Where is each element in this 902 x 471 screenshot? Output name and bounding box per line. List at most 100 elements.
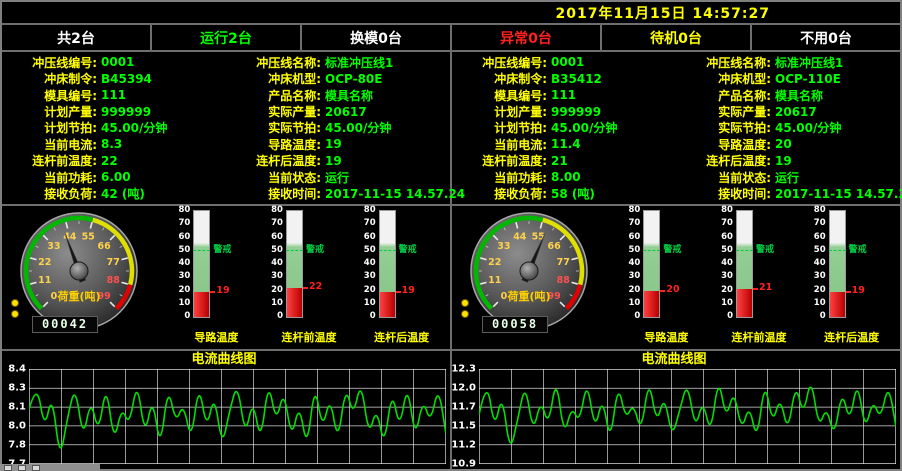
scale-tick: 80 [364, 205, 376, 215]
svg-text:22: 22 [488, 257, 501, 268]
status-bar: 共2台运行2台换模0台异常0台待机0台不用0台 [2, 23, 900, 52]
temperature-marker [753, 288, 758, 290]
temperature-value: 21 [759, 283, 772, 293]
y-tick: 7.8 [8, 440, 26, 451]
info-row: 产品名称:模具名称 [226, 88, 450, 103]
svg-text:11: 11 [38, 275, 51, 286]
info-label: 冲床机型: [226, 70, 321, 87]
info-value: 标准冲压线1 [321, 54, 393, 71]
info-label: 冲压线名称: [676, 54, 771, 71]
svg-text:88: 88 [557, 275, 571, 286]
info-row: 冲压线名称:标准冲压线1 [226, 55, 450, 70]
tube [193, 210, 210, 318]
scale-tick: 80 [814, 205, 826, 215]
info-value: 11.4 [547, 137, 581, 151]
info-row: 冲床机型:OCP-110E [676, 71, 900, 86]
info-value: 999999 [547, 105, 601, 119]
thermometer-body: 80706050403020100警戒19 [173, 207, 259, 327]
thermometer-scale: 80706050403020100 [173, 207, 192, 323]
thermometer-label: 导路温度 [623, 329, 709, 345]
info-label: 计划节拍: [452, 119, 547, 136]
info-row: 导路温度:19 [226, 137, 450, 152]
info-row: 冲压线编号:0001 [2, 55, 226, 70]
info-row: 实际节拍:45.00/分钟 [676, 120, 900, 135]
scale-tick: 0 [184, 311, 190, 321]
status-mold-change[interactable]: 换模0台 [302, 25, 452, 50]
info-row: 接收时间:2017-11-15 14.57.24 [676, 186, 900, 201]
warning-label: 警戒 [849, 245, 867, 255]
info-row: 实际产量:20617 [676, 104, 900, 119]
scale-tick: 30 [271, 271, 283, 281]
info-value: 45.00/分钟 [547, 119, 617, 136]
status-unused[interactable]: 不用0台 [752, 25, 900, 50]
y-tick: 10.9 [451, 459, 476, 470]
info-label: 当前电流: [452, 136, 547, 153]
info-row: 计划节拍:45.00/分钟 [2, 120, 226, 135]
scale-tick: 0 [277, 311, 283, 321]
temperature-value: 22 [309, 282, 322, 292]
chart-area: 8.48.38.18.07.87.7 [2, 369, 446, 464]
status-running[interactable]: 运行2台 [152, 25, 302, 50]
svg-text:33: 33 [497, 241, 510, 252]
status-abnormal[interactable]: 异常0台 [452, 25, 602, 50]
temperature-value: 19 [402, 286, 415, 296]
temperature-marker [210, 291, 215, 293]
warning-line [193, 250, 210, 251]
info-row: 当前功耗:6.00 [2, 170, 226, 185]
scale-tick: 10 [628, 298, 640, 308]
chart-title: 电流曲线图 [2, 351, 446, 369]
warning-line [736, 250, 753, 251]
info-column-left: 冲压线编号:0001冲床制令:B45394模具编号:111计划产量:999999… [2, 54, 226, 202]
tube [286, 210, 303, 318]
info-label: 冲床制令: [2, 70, 97, 87]
info-row: 实际产量:20617 [226, 104, 450, 119]
info-label: 当前功耗: [452, 169, 547, 186]
thermometer-label: 连杆前温度 [716, 329, 802, 345]
y-tick: 11.2 [451, 440, 476, 451]
scale-tick: 10 [364, 298, 376, 308]
info-row: 实际节拍:45.00/分钟 [226, 120, 450, 135]
scale-tick: 60 [628, 232, 640, 242]
info-row: 模具编号:111 [2, 88, 226, 103]
scale-tick: 20 [271, 285, 283, 295]
scale-tick: 70 [271, 218, 283, 228]
info-row: 导路温度:20 [676, 137, 900, 152]
status-standby[interactable]: 待机0台 [602, 25, 752, 50]
warning-line [379, 250, 396, 251]
thermometer-body: 80706050403020100警戒21 [716, 207, 802, 327]
scale-tick: 50 [271, 245, 283, 255]
info-label: 连杆前温度: [452, 152, 547, 169]
info-label: 接收时间: [226, 185, 321, 202]
info-label: 产品名称: [226, 87, 321, 104]
info-value: 20617 [321, 105, 367, 119]
info-value: 42 (吨) [97, 185, 145, 202]
temperature-fill [194, 292, 209, 317]
info-label: 连杆后温度: [226, 152, 321, 169]
y-tick: 11.7 [451, 402, 476, 413]
info-value: 6.00 [97, 170, 131, 184]
info-value: 0001 [97, 55, 134, 69]
status-total[interactable]: 共2台 [2, 25, 152, 50]
warning-label: 警戒 [213, 245, 231, 255]
svg-text:77: 77 [107, 257, 120, 268]
svg-text:66: 66 [547, 241, 561, 252]
taskbar-icon[interactable] [32, 465, 40, 471]
scale-tick: 30 [721, 271, 733, 281]
info-row: 连杆前温度:22 [2, 153, 226, 168]
scale-tick: 0 [727, 311, 733, 321]
y-tick: 12.0 [451, 383, 476, 394]
scale-tick: 60 [364, 232, 376, 242]
taskbar-fragment[interactable] [0, 464, 100, 471]
machine-panel-2: 冲压线编号:0001冲床制令:B35412模具编号:111计划产量:999999… [452, 52, 900, 469]
info-value: 20617 [771, 105, 817, 119]
info-row: 冲床制令:B35412 [452, 71, 676, 86]
info-column-left: 冲压线编号:0001冲床制令:B35412模具编号:111计划产量:999999… [452, 54, 676, 202]
thermometers: 80706050403020100警戒19导路温度807060504030201… [170, 207, 448, 348]
taskbar-icon[interactable] [18, 465, 26, 471]
info-label: 模具编号: [2, 87, 97, 104]
info-label: 冲压线编号: [452, 54, 547, 71]
tube [829, 210, 846, 318]
info-row: 模具编号:111 [452, 88, 676, 103]
scale-tick: 60 [271, 232, 283, 242]
taskbar-icon[interactable] [4, 465, 12, 471]
